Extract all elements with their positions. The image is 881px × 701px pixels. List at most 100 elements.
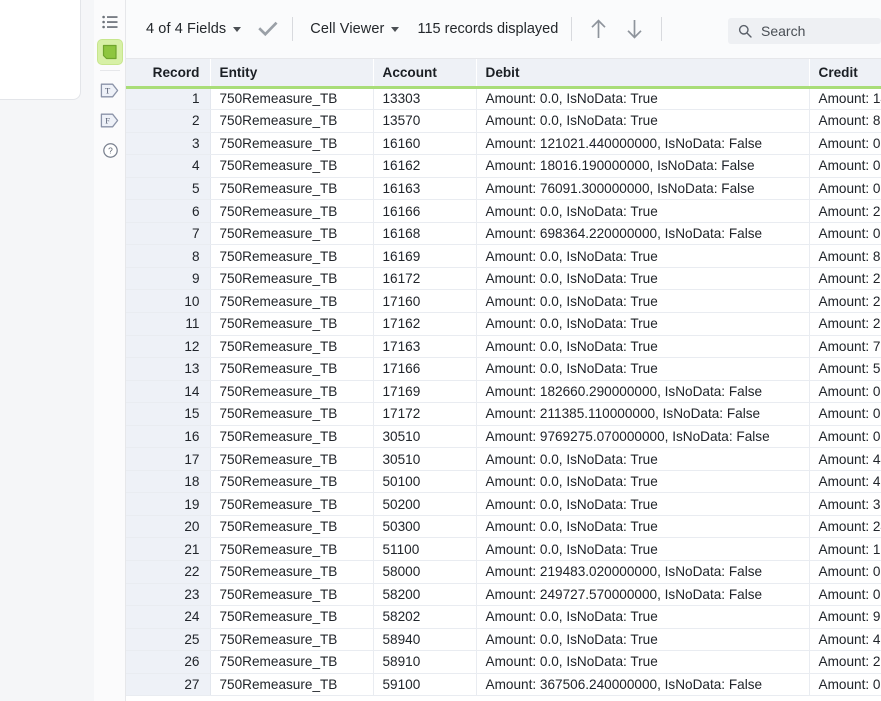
table-row[interactable]: 7 750Remeasure_TB 16168 Amount: 698364.2200… (126, 222, 881, 246)
cell-entity[interactable]: 750Remeasure_TB (210, 447, 374, 471)
cell-record[interactable]: 19 (126, 492, 211, 516)
table-row[interactable]: 15 750Remeasure_TB 17172 Amount: 211385.110… (126, 402, 881, 426)
table-row[interactable]: 3 750Remeasure_TB 16160 Amount: 121021.4400… (126, 132, 881, 156)
cell-account[interactable]: 50100 (373, 470, 477, 494)
table-row[interactable]: 22 750Remeasure_TB 58000 Amount: 219483.020… (126, 560, 881, 584)
cell-credit[interactable]: Amount: 0.0 (809, 425, 881, 449)
cell-account[interactable]: 17163 (373, 335, 477, 359)
flag-field-icon[interactable]: F (98, 108, 122, 132)
table-row[interactable]: 13 750Remeasure_TB 17166 Amount: 0.0, IsNoD… (126, 357, 881, 381)
cell-entity[interactable]: 750Remeasure_TB (210, 199, 374, 223)
cell-entity[interactable]: 750Remeasure_TB (210, 402, 374, 426)
cell-account[interactable]: 58202 (373, 605, 477, 629)
cell-record[interactable]: 13 (126, 357, 211, 381)
cell-entity[interactable]: 750Remeasure_TB (210, 154, 374, 178)
cell-credit[interactable]: Amount: 43 (809, 628, 881, 652)
cell-record[interactable]: 18 (126, 470, 211, 494)
cell-entity[interactable]: 750Remeasure_TB (210, 222, 374, 246)
column-header-record[interactable]: Record (126, 59, 211, 89)
cell-debit[interactable]: Amount: 0.0, IsNoData: True (476, 628, 810, 652)
cell-debit[interactable]: Amount: 0.0, IsNoData: True (476, 515, 810, 539)
cell-credit[interactable]: Amount: 18 (809, 537, 881, 561)
table-row[interactable]: 18 750Remeasure_TB 50100 Amount: 0.0, IsNoD… (126, 470, 881, 494)
cell-account[interactable]: 30510 (373, 447, 477, 471)
cell-credit[interactable]: Amount: 22 (809, 289, 881, 313)
cell-credit[interactable]: Amount: 50 (809, 357, 881, 381)
cell-entity[interactable]: 750Remeasure_TB (210, 605, 374, 629)
table-row[interactable]: 16 750Remeasure_TB 30510 Amount: 9769275.07… (126, 425, 881, 449)
cell-record[interactable]: 1 (126, 87, 211, 111)
cell-debit[interactable]: Amount: 211385.110000000, IsNoData: Fals… (476, 402, 810, 426)
cell-account[interactable]: 58200 (373, 583, 477, 607)
cell-credit[interactable]: Amount: 81 (809, 109, 881, 133)
cell-record[interactable]: 26 (126, 650, 211, 674)
cell-debit[interactable]: Amount: 0.0, IsNoData: True (476, 447, 810, 471)
cell-account[interactable]: 16172 (373, 267, 477, 291)
column-header-debit[interactable]: Debit (476, 59, 810, 89)
table-row[interactable]: 24 750Remeasure_TB 58202 Amount: 0.0, IsNoD… (126, 605, 881, 629)
arrow-up-icon[interactable] (585, 16, 611, 42)
cell-debit[interactable]: Amount: 18016.190000000, IsNoData: False (476, 154, 810, 178)
cell-account[interactable]: 58910 (373, 650, 477, 674)
cell-account[interactable]: 16162 (373, 154, 477, 178)
table-row[interactable]: 6 750Remeasure_TB 16166 Amount: 0.0, IsNoDa… (126, 199, 881, 223)
cell-credit[interactable]: Amount: 0.0 (809, 177, 881, 201)
cell-credit[interactable]: Amount: 33 (809, 492, 881, 516)
cell-record[interactable]: 25 (126, 628, 211, 652)
cell-entity[interactable]: 750Remeasure_TB (210, 470, 374, 494)
table-row[interactable]: 10 750Remeasure_TB 17160 Amount: 0.0, IsNoD… (126, 289, 881, 313)
cell-debit[interactable]: Amount: 76091.300000000, IsNoData: False (476, 177, 810, 201)
cell-account[interactable]: 16160 (373, 132, 477, 156)
cell-entity[interactable]: 750Remeasure_TB (210, 380, 374, 404)
list-view-icon[interactable] (98, 10, 122, 34)
cell-entity[interactable]: 750Remeasure_TB (210, 335, 374, 359)
cell-record[interactable]: 9 (126, 267, 211, 291)
cell-entity[interactable]: 750Remeasure_TB (210, 650, 374, 674)
checkmark-icon[interactable] (257, 18, 279, 40)
table-row[interactable]: 5 750Remeasure_TB 16163 Amount: 76091.30000… (126, 177, 881, 201)
cell-debit[interactable]: Amount: 0.0, IsNoData: True (476, 537, 810, 561)
table-row[interactable]: 14 750Remeasure_TB 17169 Amount: 182660.290… (126, 380, 881, 404)
cell-account[interactable]: 30510 (373, 425, 477, 449)
cell-account[interactable]: 16168 (373, 222, 477, 246)
cell-record[interactable]: 21 (126, 537, 211, 561)
cell-entity[interactable]: 750Remeasure_TB (210, 673, 374, 697)
search-input[interactable]: Search (728, 18, 881, 44)
cell-credit[interactable]: Amount: 26 (809, 199, 881, 223)
table-row[interactable]: 9 750Remeasure_TB 16172 Amount: 0.0, IsNoDa… (126, 267, 881, 291)
cell-record[interactable]: 27 (126, 673, 211, 697)
cell-entity[interactable]: 750Remeasure_TB (210, 537, 374, 561)
cell-account[interactable]: 13303 (373, 87, 477, 111)
table-row[interactable]: 20 750Remeasure_TB 50300 Amount: 0.0, IsNoD… (126, 515, 881, 539)
cell-entity[interactable]: 750Remeasure_TB (210, 560, 374, 584)
cell-record[interactable]: 11 (126, 312, 211, 336)
cell-account[interactable]: 16163 (373, 177, 477, 201)
cell-debit[interactable]: Amount: 367506.240000000, IsNoData: Fals… (476, 673, 810, 697)
cell-entity[interactable]: 750Remeasure_TB (210, 515, 374, 539)
cell-credit[interactable]: Amount: 0.0 (809, 673, 881, 697)
cell-record[interactable]: 16 (126, 425, 211, 449)
cell-debit[interactable]: Amount: 0.0, IsNoData: True (476, 470, 810, 494)
cell-record[interactable]: 3 (126, 132, 211, 156)
cell-credit[interactable]: Amount: 0.0 (809, 132, 881, 156)
cell-credit[interactable]: Amount: 0.0 (809, 583, 881, 607)
cell-record[interactable]: 12 (126, 335, 211, 359)
cell-account[interactable]: 58940 (373, 628, 477, 652)
cell-entity[interactable]: 750Remeasure_TB (210, 109, 374, 133)
cell-debit[interactable]: Amount: 0.0, IsNoData: True (476, 605, 810, 629)
column-header-credit[interactable]: Credit (809, 59, 881, 89)
data-grid[interactable]: Record Entity Account Debit Credit 1 750R… (126, 59, 881, 701)
table-row[interactable]: 23 750Remeasure_TB 58200 Amount: 249727.570… (126, 583, 881, 607)
help-icon[interactable]: ? (98, 138, 122, 162)
cell-credit[interactable]: Amount: 47 (809, 470, 881, 494)
cell-entity[interactable]: 750Remeasure_TB (210, 177, 374, 201)
cell-credit[interactable]: Amount: 0.0 (809, 402, 881, 426)
cell-account[interactable]: 58000 (373, 560, 477, 584)
cell-record[interactable]: 6 (126, 199, 211, 223)
cell-account[interactable]: 17172 (373, 402, 477, 426)
table-row[interactable]: 19 750Remeasure_TB 50200 Amount: 0.0, IsNoD… (126, 492, 881, 516)
cell-credit[interactable]: Amount: 23 (809, 312, 881, 336)
cell-record[interactable]: 22 (126, 560, 211, 584)
cell-entity[interactable]: 750Remeasure_TB (210, 267, 374, 291)
cell-credit[interactable]: Amount: 0.0 (809, 560, 881, 584)
